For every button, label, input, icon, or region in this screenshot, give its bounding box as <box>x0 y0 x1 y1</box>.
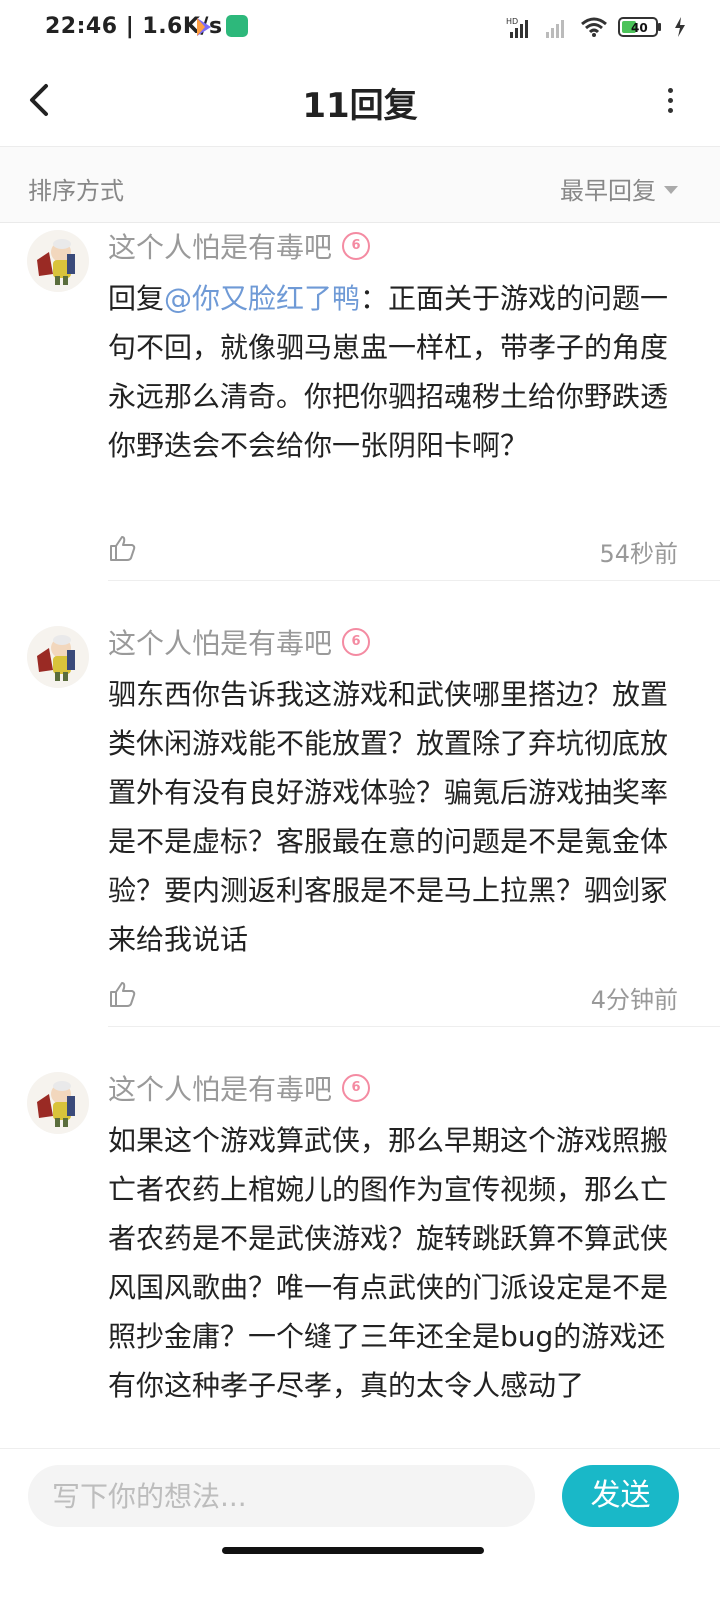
charging-icon <box>675 17 685 37</box>
like-button[interactable] <box>108 534 136 562</box>
more-dot-icon <box>667 108 673 113</box>
header: 11回复 <box>0 56 720 147</box>
sort-label: 排序方式 <box>28 177 124 205</box>
app-notification-icon <box>226 15 248 37</box>
avatar[interactable] <box>27 1072 89 1134</box>
like-button[interactable] <box>108 980 136 1008</box>
signal-weak-icon <box>546 20 564 38</box>
username-text: 这个人怕是有毒吧 <box>108 627 333 660</box>
comment-timestamp: 4分钟前 <box>590 986 678 1014</box>
divider <box>108 1026 720 1027</box>
comment-timestamp: 54秒前 <box>599 540 678 568</box>
svg-text:40: 40 <box>631 21 648 35</box>
reply-input[interactable] <box>28 1465 535 1527</box>
username-text: 这个人怕是有毒吧 <box>108 231 333 264</box>
sort-dropdown[interactable]: 最早回复 <box>560 171 678 206</box>
more-options-button[interactable] <box>660 84 680 120</box>
reply-bar: 发送 <box>0 1448 720 1601</box>
more-dot-icon <box>667 98 673 103</box>
avatar-image <box>27 230 89 292</box>
comment-text: 回复@你又脸红了鸭：正面关于游戏的问题一句不回，就像驷马崽盅一样杠，带孝子的角度… <box>108 274 673 470</box>
level-badge-icon: 6 <box>342 628 371 656</box>
divider <box>108 580 720 581</box>
mention-link[interactable]: @你又脸红了鸭 <box>164 282 360 315</box>
comment-username[interactable]: 这个人怕是有毒吧 6 <box>108 622 371 662</box>
status-icons: HD 40 <box>506 14 686 40</box>
avatar-image <box>27 626 89 688</box>
username-text: 这个人怕是有毒吧 <box>108 1073 333 1106</box>
status-bar: 22:46 | 1.6K/s HD 40 <box>0 0 720 56</box>
thumbs-up-icon <box>110 536 136 561</box>
play-store-icon <box>197 18 211 36</box>
more-dot-icon <box>667 88 673 93</box>
avatar-image <box>27 1072 89 1134</box>
sort-selected-value: 最早回复 <box>560 177 656 205</box>
sort-bar: 排序方式 最早回复 <box>0 147 720 223</box>
battery-icon: 40 <box>618 17 661 37</box>
wifi-icon <box>581 17 607 37</box>
svg-text:HD: HD <box>506 17 518 26</box>
page-title: 11回复 <box>302 86 418 126</box>
reply-prefix: 回复 <box>108 282 165 315</box>
comment-text: 驷东西你告诉我这游戏和武侠哪里搭边？放置类休闲游戏能不能放置？放置除了弃坑彻底放… <box>108 678 669 956</box>
avatar[interactable] <box>27 230 89 292</box>
send-button[interactable]: 发送 <box>562 1465 679 1527</box>
comment-text: 如果这个游戏算武侠，那么早期这个游戏照搬亡者农药上棺婉儿的图作为宣传视频，那么亡… <box>108 1124 669 1402</box>
home-indicator[interactable] <box>222 1547 484 1554</box>
avatar[interactable] <box>27 626 89 688</box>
comment-username[interactable]: 这个人怕是有毒吧 6 <box>108 226 371 266</box>
signal-icon: HD <box>506 17 528 38</box>
comment-username[interactable]: 这个人怕是有毒吧 6 <box>108 1068 371 1108</box>
caret-down-icon <box>664 185 678 194</box>
level-badge-icon: 6 <box>342 232 371 260</box>
thumbs-up-icon <box>110 982 136 1007</box>
level-badge-icon: 6 <box>342 1074 371 1102</box>
